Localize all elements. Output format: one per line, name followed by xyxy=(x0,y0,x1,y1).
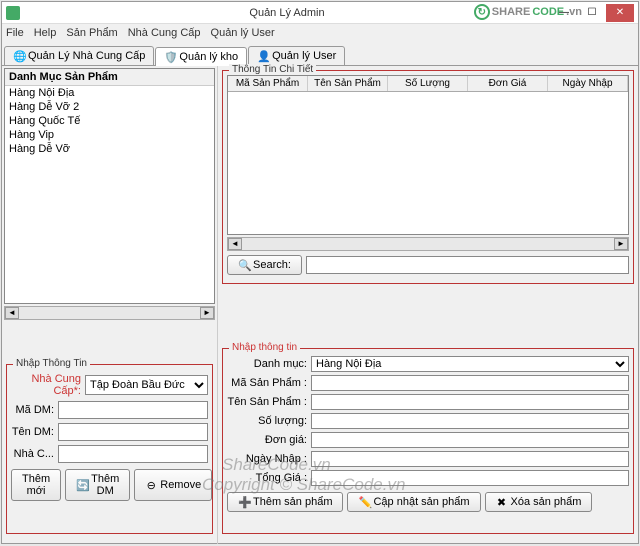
menu-help[interactable]: Help xyxy=(34,27,57,39)
input-tendm[interactable] xyxy=(58,423,208,441)
left-input-fieldset: Nhập Thông Tin Nhà Cung Cấp*: Tập Đoàn B… xyxy=(6,364,213,534)
col-dongia: Đơn Giá xyxy=(468,76,548,91)
app-window: Quản Lý Admin — ☐ ✕ ↻ SHARECODE.vn File … xyxy=(1,1,639,544)
col-soluong: Số Lượng xyxy=(388,76,468,91)
list-item[interactable]: Hàng Quốc Tế xyxy=(5,114,214,128)
search-input[interactable] xyxy=(306,256,629,274)
list-scrollbar[interactable]: ◄► xyxy=(4,306,215,320)
globe-icon: 🌐 xyxy=(13,50,25,62)
list-item[interactable]: Hàng Vip xyxy=(5,128,214,142)
menu-quanlyuser[interactable]: Quản lý User xyxy=(211,27,275,39)
label-madm: Mã DM: xyxy=(11,404,54,416)
app-icon xyxy=(6,6,20,20)
recycle-icon: ↻ xyxy=(474,4,490,20)
table-header: Mã Sản Phẩm Tên Sản Phẩm Số Lượng Đơn Gi… xyxy=(228,76,628,92)
input-soluong[interactable] xyxy=(311,413,629,429)
edit-icon: ✏️ xyxy=(358,496,370,508)
label-danhmuc: Danh mục: xyxy=(227,358,307,370)
input-nhac[interactable] xyxy=(58,445,208,463)
detail-table[interactable]: Mã Sản Phẩm Tên Sản Phẩm Số Lượng Đơn Gi… xyxy=(227,75,629,235)
label-tensp: Tên Sản Phẩm : xyxy=(227,396,307,408)
col-tensp: Tên Sản Phẩm xyxy=(308,76,388,91)
input-dongia[interactable] xyxy=(311,432,629,448)
select-nhacungcap[interactable]: Tập Đoàn Bầu Đức xyxy=(85,375,208,395)
input-masp[interactable] xyxy=(311,375,629,391)
left-pane: Danh Mục Sản Phẩm Hàng Nội Địa Hàng Dễ V… xyxy=(2,66,217,544)
menu-nhacungcap[interactable]: Nhà Cung Cấp xyxy=(128,27,201,39)
label-masp: Mã Sản Phẩm : xyxy=(227,377,307,389)
btn-remove[interactable]: ⊖Remove xyxy=(134,469,212,501)
legend: Nhập Thông Tin xyxy=(13,358,90,369)
btn-capnhat[interactable]: ✏️Cập nhật sản phẩm xyxy=(347,492,480,512)
content-area: Danh Mục Sản Phẩm Hàng Nội Địa Hàng Dễ V… xyxy=(2,66,638,544)
sharecode-logo: ↻ SHARECODE.vn xyxy=(474,4,582,20)
label-nhacungcap: Nhà Cung Cấp*: xyxy=(11,373,81,397)
category-list[interactable]: Danh Mục Sản Phẩm Hàng Nội Địa Hàng Dễ V… xyxy=(4,68,215,304)
menu-sanpham[interactable]: Sản Phẩm xyxy=(66,27,117,39)
list-item[interactable]: Hàng Dễ Vỡ xyxy=(5,142,214,156)
btn-themdm[interactable]: 🔄Thêm DM xyxy=(65,469,130,501)
select-danhmuc[interactable]: Hàng Nội Địa xyxy=(311,356,629,372)
label-ngaynhap: Ngày Nhập : xyxy=(227,453,307,465)
remove-icon: ⊖ xyxy=(145,479,157,491)
user-icon: 👤 xyxy=(257,50,269,62)
input-madm[interactable] xyxy=(58,401,208,419)
maximize-button[interactable]: ☐ xyxy=(578,4,606,22)
list-header: Danh Mục Sản Phẩm xyxy=(5,69,214,86)
close-button[interactable]: ✕ xyxy=(606,4,634,22)
input-tensp[interactable] xyxy=(311,394,629,410)
refresh-icon: 🔄 xyxy=(76,479,88,491)
legend: Nhập thông tin xyxy=(229,342,300,353)
search-icon: 🔍 xyxy=(238,259,250,271)
btn-xoa[interactable]: ✖Xóa sản phẩm xyxy=(485,492,593,512)
label-soluong: Số lượng: xyxy=(227,415,307,427)
col-ngaynhap: Ngày Nhập xyxy=(548,76,628,91)
label-nhac: Nhà C... xyxy=(11,448,54,460)
right-input-fieldset: Nhập thông tin Danh mục: Hàng Nội Địa Mã… xyxy=(222,348,634,534)
window-title: Quản Lý Admin xyxy=(24,7,550,19)
label-dongia: Đơn giá: xyxy=(227,434,307,446)
legend: Thông Tin Chi Tiết xyxy=(229,64,316,75)
input-tonggia[interactable] xyxy=(311,470,629,486)
label-tonggia: Tổng Giá : xyxy=(227,472,307,484)
menu-file[interactable]: File xyxy=(6,27,24,39)
list-item[interactable]: Hàng Dễ Vỡ 2 xyxy=(5,100,214,114)
detail-fieldset: Thông Tin Chi Tiết Mã Sản Phẩm Tên Sản P… xyxy=(222,70,634,284)
menubar: File Help Sản Phẩm Nhà Cung Cấp Quản lý … xyxy=(2,24,638,42)
tab-nhacungcap[interactable]: 🌐Quản Lý Nhà Cung Cấp xyxy=(4,46,154,65)
list-item[interactable]: Hàng Nội Địa xyxy=(5,86,214,100)
btn-search[interactable]: 🔍Search: xyxy=(227,255,302,275)
right-pane: Thông Tin Chi Tiết Mã Sản Phẩm Tên Sản P… xyxy=(217,66,638,544)
shield-icon: 🛡️ xyxy=(164,51,176,63)
tab-bar: 🌐Quản Lý Nhà Cung Cấp 🛡️Quản lý kho 👤Quả… xyxy=(2,42,638,66)
table-scrollbar[interactable]: ◄► xyxy=(227,237,629,251)
delete-icon: ✖ xyxy=(496,496,508,508)
input-ngaynhap[interactable] xyxy=(311,451,629,467)
col-masp: Mã Sản Phẩm xyxy=(228,76,308,91)
plus-icon: ➕ xyxy=(238,496,250,508)
btn-themmoi[interactable]: Thêm mới xyxy=(11,469,61,501)
label-tendm: Tên DM: xyxy=(11,426,54,438)
btn-themsp[interactable]: ➕Thêm sản phẩm xyxy=(227,492,343,512)
tab-quanly-user[interactable]: 👤Quản lý User xyxy=(248,46,345,65)
